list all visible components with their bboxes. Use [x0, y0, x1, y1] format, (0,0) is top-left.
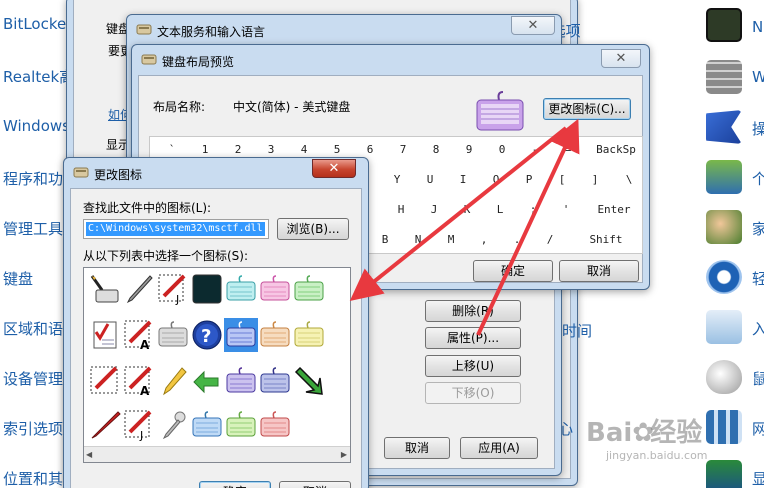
baidu-watermark: Bai✿经验 [586, 412, 702, 449]
watermark-url: jingyan.baidu.com [606, 449, 708, 462]
watermark-brand2: 经验 [650, 418, 703, 448]
paw-icon: ✿ [632, 418, 655, 448]
watermark-brand: Bai [586, 418, 633, 448]
